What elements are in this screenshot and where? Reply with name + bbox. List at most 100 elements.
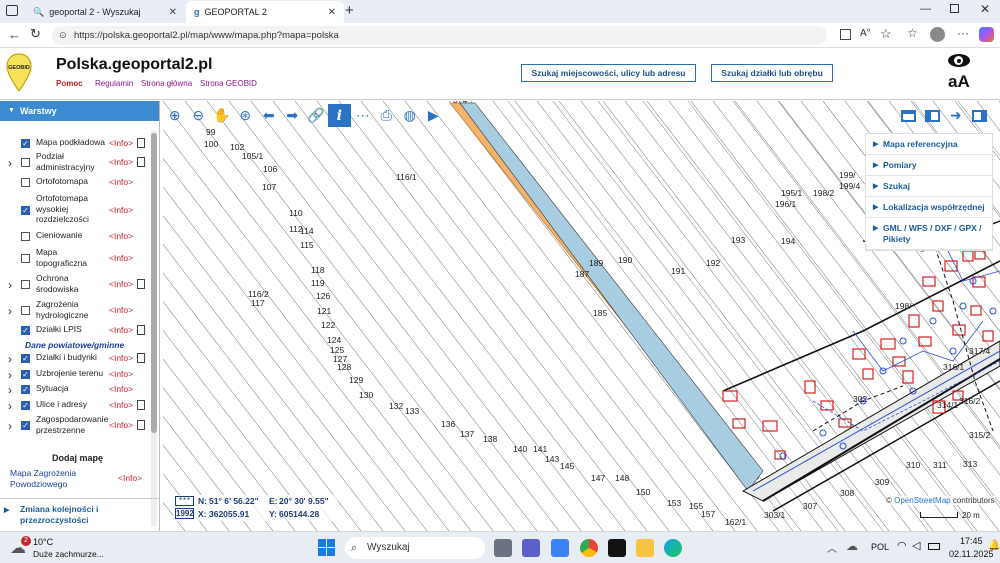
layer-info-link[interactable]: <Info> [109,353,133,363]
layer-row[interactable]: › Zagrożenia hydrologiczne <Info> [0,299,150,321]
site-title[interactable]: Polska.geoportal2.pl [56,56,212,74]
tool-menu-item[interactable]: ▶ Pomiary [866,155,992,176]
layer-info-link[interactable]: <Info> [109,369,133,379]
edge-icon[interactable] [664,539,682,557]
layers-scrollbar-thumb[interactable] [151,133,157,433]
zoom-window-icon[interactable]: ⊛ [234,104,258,127]
layer-checkbox[interactable] [21,280,30,289]
taskbar-search[interactable]: ⌕ Wyszukaj [345,537,485,559]
new-tab-button[interactable]: + [345,2,354,19]
language-indicator[interactable]: POL [871,542,889,552]
globe-icon[interactable]: ◍ [398,104,422,127]
layer-row[interactable]: › Podział administracyjny <Info> [0,151,150,173]
tray-cloud-icon[interactable]: ☁ [846,539,858,553]
expand-chevron-icon[interactable]: › [8,156,12,170]
layer-row[interactable]: Mapa topograficzna <Info> [0,247,150,269]
favorites-bar-icon[interactable]: ☆ [907,26,918,40]
teams-icon[interactable] [522,539,540,557]
link-terms[interactable]: Regulamin [95,79,133,88]
layer-row[interactable]: ✓ Mapa podkładowa <Info> [0,137,150,149]
battery-icon[interactable] [928,543,940,550]
info-icon[interactable]: i [327,104,351,127]
layer-info-link[interactable]: <Info> [109,305,133,315]
layer-row[interactable]: › ✓ Zagospodarowanie przestrzenne <Info> [0,414,150,436]
layers-header[interactable]: ▼ Warstwy [0,101,159,121]
link-geobid[interactable]: Strona GEOBID [200,79,257,88]
layer-checkbox[interactable] [21,254,30,263]
layer-checkbox[interactable]: ✓ [21,370,30,379]
tool-menu-item[interactable]: ▶ Lokalizacja współrzędnej [866,197,992,218]
site-info-icon[interactable]: ⊙ [59,26,67,45]
link-icon[interactable]: 🔗 [304,104,328,127]
start-button[interactable] [318,539,335,556]
tab-geoportal[interactable]: g GEOPORTAL 2 ✕ [186,1,344,23]
layer-info-link[interactable]: <Info> [109,400,133,410]
layer-info-link[interactable]: <Info> [109,325,133,335]
minimize-button[interactable]: — [920,3,931,15]
expand-chevron-icon[interactable]: › [8,383,12,397]
maximize-button[interactable] [950,4,959,13]
profile-avatar[interactable] [930,27,945,42]
coord-system[interactable]: 1992 [175,508,194,519]
window-close-button[interactable]: ✕ [980,2,990,16]
search-parcel-button[interactable]: Szukaj działki lub obrębu [711,64,833,82]
tool-menu-item[interactable]: ▶ Szukaj [866,176,992,197]
url-field[interactable]: ⊙ https://polska.geoportal2.pl/map/www/m… [52,26,827,45]
clock-time[interactable]: 17:45 [960,536,983,546]
notification-bell-icon[interactable]: 🔔 [988,540,1000,551]
layer-info-link[interactable]: <Info> [109,205,133,215]
expand-chevron-icon[interactable]: › [8,352,12,366]
link-help[interactable]: Pomoc [56,79,83,88]
layer-checkbox[interactable]: ✓ [21,385,30,394]
layer-info-link[interactable]: <Info> [109,384,133,394]
expand-chevron-icon[interactable]: › [8,278,12,292]
forward-arrow-icon[interactable]: ➡ [281,104,305,127]
legend-document-icon[interactable] [137,353,145,363]
more-options-icon[interactable]: ··· [957,26,969,40]
export-arrow-icon[interactable]: ➜ [944,104,968,127]
pan-hand-icon[interactable]: ✋ [210,104,234,127]
osm-link[interactable]: OpenStreetMap [894,496,950,505]
reorder-link[interactable]: ▶ Zmiana kolejności i przezroczystości [4,504,134,525]
favorite-icon[interactable]: ☆ [880,26,892,42]
layer-row[interactable]: Cieniowanie <Info> [0,230,150,242]
close-icon[interactable]: ✕ [328,7,336,18]
link-home[interactable]: Strona główna [141,79,192,88]
layer-info-link[interactable]: <Info> [109,157,133,167]
legend-document-icon[interactable] [137,325,145,335]
legend-document-icon[interactable] [137,279,145,289]
layout-split-icon[interactable] [921,104,945,127]
tab-actions-icon[interactable] [6,5,18,16]
back-arrow-icon[interactable]: ⬅ [257,104,281,127]
expand-chevron-icon[interactable]: › [8,419,12,433]
tool-menu-item[interactable]: ▶ Mapa referencyjna [866,134,992,155]
layer-row[interactable]: Ortofotomapa <Info> [0,176,150,188]
layer-checkbox[interactable] [21,232,30,241]
layer-checkbox[interactable]: ✓ [21,326,30,335]
layer-row[interactable]: ✓ Działki LPIS <Info> [0,324,150,336]
expand-chevron-icon[interactable]: › [8,368,12,382]
layer-info-link[interactable]: <Info> [109,138,133,148]
wifi-icon[interactable]: ◠ [897,539,907,552]
back-icon[interactable]: ← [8,27,21,42]
layer-checkbox[interactable] [21,306,30,315]
layer-info-link[interactable]: <Info> [109,253,133,263]
eye-icon[interactable] [948,54,970,67]
tray-chevron-icon[interactable]: ︿ [827,540,837,555]
legend-document-icon[interactable] [137,138,145,148]
layer-row[interactable]: ✓ Ortofotomapa wysokiej rozdzielczości <In… [0,193,150,226]
tab-search[interactable]: 🔍 geoportal 2 - Wyszukaj ✕ [25,1,185,23]
legend-document-icon[interactable] [137,420,145,430]
layer-checkbox[interactable]: ✓ [21,401,30,410]
measure-icon[interactable]: ⋯ [351,104,375,127]
video-icon[interactable]: ▶ [422,104,446,127]
layout-right-icon[interactable] [968,104,992,127]
task-view-icon[interactable] [494,539,512,557]
layer-checkbox[interactable]: ✓ [21,206,30,215]
weather-widget[interactable]: ☁ 2 10°C Duże zachmurze... [10,535,120,561]
zoom-out-icon[interactable]: ⊖ [187,104,211,127]
layer-checkbox[interactable]: ✓ [21,354,30,363]
font-size-toggle[interactable]: aA [948,72,970,92]
store-icon[interactable] [551,539,569,557]
layer-row[interactable]: › ✓ Sytuacja <Info> [0,383,150,397]
